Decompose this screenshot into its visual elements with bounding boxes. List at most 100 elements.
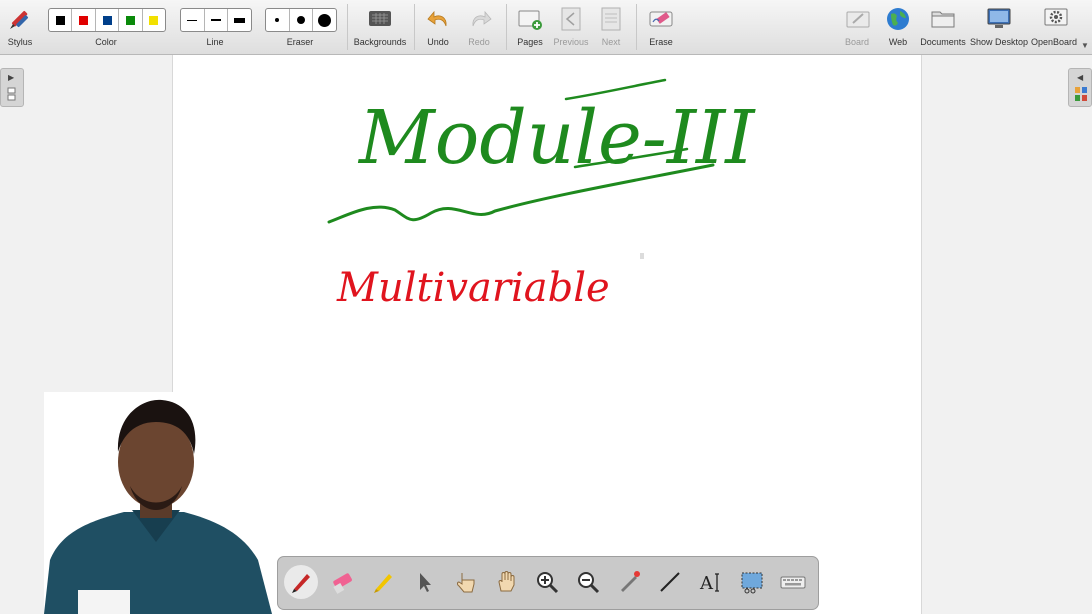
hand-icon: [498, 571, 515, 592]
eraser-label: Eraser: [286, 37, 314, 47]
cursor-mark: [640, 253, 644, 259]
pointing-hand-icon: [457, 573, 475, 593]
undo-label: Undo: [427, 37, 449, 47]
eraser-size-group: Eraser: [263, 0, 337, 54]
separator: [506, 4, 507, 50]
openboard-label: OpenBoard: [1030, 37, 1078, 47]
next-page-icon: [601, 7, 621, 31]
line-medium[interactable]: [205, 9, 229, 31]
eraser-medium[interactable]: [290, 9, 314, 31]
zoom-out-tool-button[interactable]: [571, 565, 605, 599]
line-label: Line: [206, 37, 224, 47]
screen-capture-icon: [741, 572, 763, 594]
separator: [414, 4, 415, 50]
backgrounds-button[interactable]: Backgrounds: [352, 0, 408, 54]
board-label: Board: [844, 37, 870, 47]
stylus-icon: [10, 10, 29, 29]
eraser-tool-button[interactable]: [325, 565, 359, 599]
zoom-in-tool-button[interactable]: [530, 565, 564, 599]
presenter-figure: [44, 399, 272, 614]
erase-icon: [649, 11, 673, 27]
presenter-webcam: [44, 392, 272, 614]
hand-tool-button[interactable]: [489, 565, 523, 599]
pages-button[interactable]: Pages: [510, 0, 550, 54]
next-page-button[interactable]: Next: [591, 0, 631, 54]
globe-icon: [887, 8, 909, 30]
previous-label: Previous: [553, 37, 589, 47]
undo-icon: [427, 10, 447, 27]
openboard-menu-button[interactable]: OpenBoard: [1030, 0, 1086, 54]
web-button[interactable]: Web: [878, 0, 918, 54]
board-subheading: Multivariable: [336, 265, 610, 311]
previous-page-button[interactable]: Previous: [551, 0, 591, 54]
pen-icon: [292, 574, 310, 593]
expand-left-icon: ◀: [1077, 73, 1084, 82]
stylus-button[interactable]: Stylus: [0, 0, 40, 54]
eraser-small[interactable]: [266, 9, 290, 31]
separator: [347, 4, 348, 50]
color-yellow[interactable]: [143, 9, 165, 31]
highlighter-icon: [374, 574, 392, 593]
web-label: Web: [888, 37, 908, 47]
expand-right-icon: ▶: [8, 73, 15, 82]
color-blue[interactable]: [96, 9, 120, 31]
show-desktop-button[interactable]: Show Desktop: [968, 0, 1030, 54]
color-green[interactable]: [119, 9, 143, 31]
zoom-out-icon: [578, 572, 600, 594]
redo-button[interactable]: Redo: [461, 0, 499, 54]
laser-pointer-tool-button[interactable]: [612, 565, 646, 599]
library-icon: [1075, 87, 1087, 101]
undo-button[interactable]: Undo: [420, 0, 458, 54]
stylus-label: Stylus: [7, 37, 33, 47]
color-red[interactable]: [72, 9, 96, 31]
keyboard-icon: [780, 576, 806, 589]
line-thick[interactable]: [228, 9, 251, 31]
text-icon: A: [699, 573, 719, 594]
backgrounds-icon: [369, 11, 391, 26]
right-sidebar-toggle[interactable]: ◀: [1068, 68, 1092, 107]
separator: [636, 4, 637, 50]
documents-button[interactable]: Documents: [918, 0, 968, 54]
selector-tool-button[interactable]: [407, 565, 441, 599]
color-label: Color: [95, 37, 117, 47]
folder-icon: [931, 11, 955, 28]
laser-pointer-icon: [621, 571, 640, 592]
whiteboard-canvas[interactable]: Module-III Multivariable: [172, 55, 922, 614]
documents-label: Documents: [920, 37, 966, 47]
eraser-large[interactable]: [313, 9, 336, 31]
board-icon: [846, 11, 870, 28]
chevron-down-icon[interactable]: ▼: [1081, 41, 1089, 50]
capture-tool-button[interactable]: [735, 565, 769, 599]
line-width-group: Line: [178, 0, 252, 54]
redo-icon: [472, 10, 492, 27]
text-tool-button[interactable]: A: [694, 565, 728, 599]
board-mode-button[interactable]: Board: [838, 0, 878, 54]
pages-label: Pages: [517, 37, 543, 47]
zoom-in-icon: [537, 572, 559, 594]
line-widths: [180, 8, 252, 32]
left-sidebar-toggle[interactable]: ▶: [0, 68, 24, 107]
line-tool-button[interactable]: [653, 565, 687, 599]
add-page-icon: [518, 10, 542, 30]
main-toolbar: Stylus Color Line Eraser Backgrounds Und…: [0, 0, 1092, 55]
color-swatches: [48, 8, 166, 32]
color-black[interactable]: [49, 9, 73, 31]
redo-label: Redo: [468, 37, 490, 47]
erase-label: Erase: [649, 37, 673, 47]
backgrounds-label: Backgrounds: [353, 37, 407, 47]
gear-icon: [1044, 8, 1068, 26]
interact-tool-button[interactable]: [448, 565, 482, 599]
next-label: Next: [601, 37, 621, 47]
floating-tool-palette: A: [277, 556, 819, 610]
pen-tool-button[interactable]: [284, 565, 318, 599]
pages-panel-icon: [7, 87, 16, 101]
erase-button[interactable]: Erase: [641, 0, 681, 54]
show-desktop-label: Show Desktop: [969, 37, 1029, 47]
highlighter-tool-button[interactable]: [366, 565, 400, 599]
keyboard-tool-button[interactable]: [776, 565, 810, 599]
arrow-cursor-icon: [420, 573, 431, 592]
desktop-icon: [987, 8, 1011, 28]
board-heading: Module-III: [357, 95, 756, 181]
line-icon: [660, 572, 680, 592]
line-thin[interactable]: [181, 9, 205, 31]
